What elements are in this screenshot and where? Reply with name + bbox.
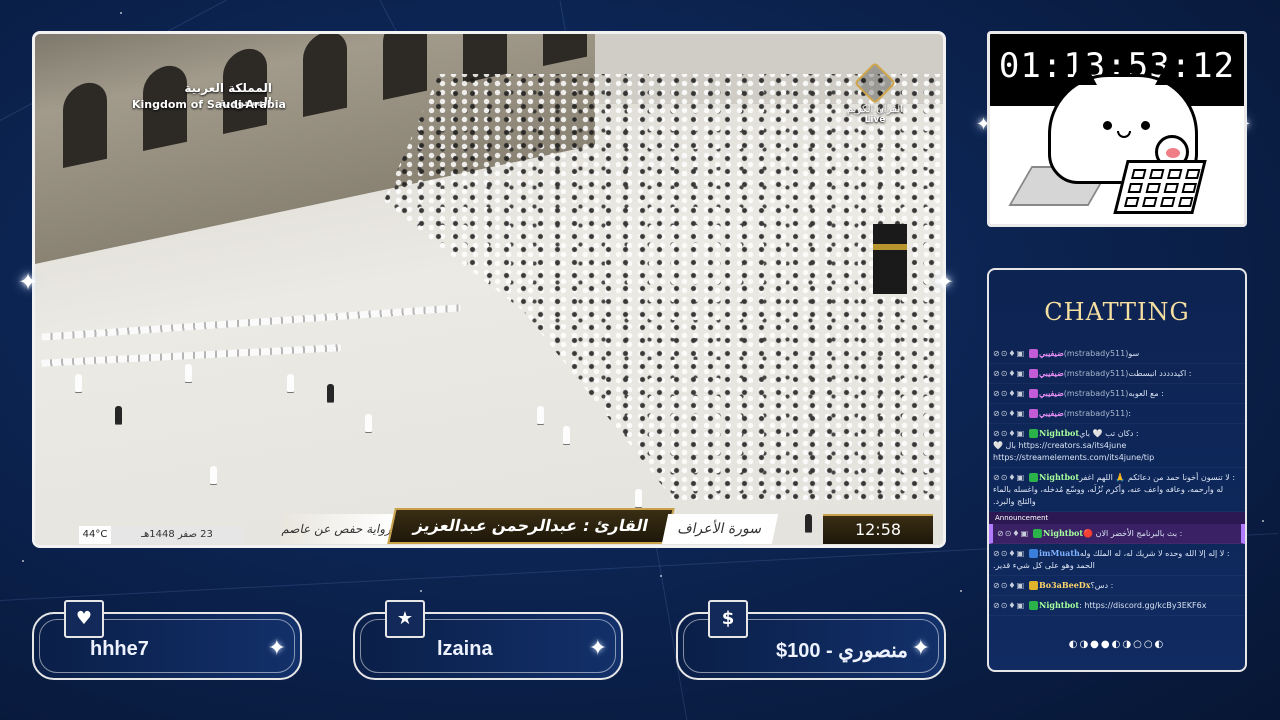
moderation-icons[interactable]: ⊘⊙♦▣ — [993, 348, 1029, 360]
user-badge-icon — [1029, 349, 1038, 358]
sparkle-icon: ✦ — [934, 268, 955, 296]
chat-username[interactable]: ضيفيبي — [1039, 348, 1064, 358]
chat-title: CHATTING — [1044, 298, 1190, 326]
keyboard — [1113, 160, 1207, 214]
kaaba-door — [873, 224, 907, 294]
chat-handle: (mstrabady511) — [1063, 409, 1129, 418]
timer-widget: 01:13:53:12 — [987, 31, 1247, 227]
saudi-logo-english: Kingdom of Saudi Arabia — [132, 98, 286, 111]
user-badge-icon — [1029, 549, 1038, 558]
channel-logo: القرآن الكريم Live — [843, 61, 907, 125]
chat-message[interactable]: ⊘⊙♦▣ Bo3aBeeDx: دس؟ — [989, 576, 1245, 596]
surah-label: سورة الأعراف — [661, 514, 779, 544]
chat-username[interactable]: Nightbot — [1039, 600, 1079, 610]
chat-message[interactable]: ⊘⊙♦▣ Nightbot: بث بالبرنامج الأخضر الان 🔴 — [989, 524, 1245, 544]
card-subscriber-text: lzaina — [437, 638, 493, 660]
dollar-icon: $ — [708, 600, 748, 638]
moderation-icons[interactable]: ⊘⊙♦▣ — [993, 580, 1029, 592]
user-badge-icon — [1029, 409, 1038, 418]
chat-username[interactable]: Nightbot — [1039, 428, 1079, 438]
user-badge-icon — [1033, 529, 1042, 538]
chat-handle: (mstrabady511) — [1063, 389, 1129, 398]
quran-channel-icon — [853, 61, 897, 105]
live-label: Live — [864, 115, 886, 125]
temperature-label: 44°C — [79, 526, 111, 544]
user-badge-icon — [1029, 473, 1038, 482]
chat-pager: ◐◑●●◐◑○○◐ — [1068, 639, 1166, 650]
chat-message-text: : بث بالبرنامج الأخضر الان 🔴 — [1083, 529, 1183, 538]
chat-message[interactable]: ⊘⊙♦▣ Nightbot: لا تنسون أخونا حمد من دعائ… — [989, 468, 1245, 512]
riwaya-label: رواية حفص عن عاصم — [278, 514, 396, 544]
user-badge-icon — [1029, 429, 1038, 438]
user-badge-icon — [1029, 601, 1038, 610]
moderation-icons[interactable]: ⊘⊙♦▣ — [993, 472, 1029, 484]
chat-message-text: سو — [1128, 349, 1140, 358]
chat-username[interactable]: Nightbot — [1043, 528, 1083, 538]
sparkle-icon: ✦ — [18, 268, 39, 296]
chat-list[interactable]: ⊘⊙♦▣ ضيفيبي(mstrabady511)سو ⊘⊙♦▣ ضيفيبي(mst… — [989, 344, 1245, 644]
video-player[interactable]: المملكة العربية السعودية Kingdom of Saud… — [32, 31, 946, 548]
user-badge-icon — [1029, 389, 1038, 398]
card-donation-text: منصوري - 100$ — [776, 640, 909, 662]
chat-message-text: : مع العوبه — [1128, 389, 1164, 398]
chat-handle: (mstrabady511) — [1063, 369, 1129, 378]
sparkle-icon: ✦ — [267, 636, 286, 661]
user-badge-icon — [1029, 581, 1038, 590]
chat-username[interactable]: Bo3aBeeDx — [1039, 580, 1091, 590]
chat-message[interactable]: ⊘⊙♦▣ ضيفيبي(mstrabady511): — [989, 404, 1245, 424]
moderation-icons[interactable]: ⊘⊙♦▣ — [993, 600, 1029, 612]
reciter-label: القارئ : عبدالرحمن عبدالعزيز السديس — [387, 508, 675, 544]
star-icon: ★ — [385, 600, 425, 638]
moderation-icons[interactable]: ⊘⊙♦▣ — [993, 428, 1029, 440]
moderation-icons[interactable]: ⊘⊙♦▣ — [993, 388, 1029, 400]
chat-message[interactable]: ⊘⊙♦▣ Nightbot: دكان تب 🤍 باي https://crea… — [989, 424, 1245, 468]
chat-panel: CHATTING ⊘⊙♦▣ ضيفيبي(mstrabady511)سو ⊘⊙♦▣ ض… — [987, 268, 1247, 672]
chat-username[interactable]: ضيفيبي — [1039, 408, 1064, 418]
chat-message[interactable]: ⊘⊙♦▣ ضيفيبي(mstrabady511)سو — [989, 344, 1245, 364]
heart-icon: ♥ — [64, 600, 104, 638]
channel-name: القرآن الكريم — [846, 104, 903, 115]
chat-username[interactable]: imMuath — [1039, 548, 1080, 558]
chat-username[interactable]: ضيفيبي — [1039, 368, 1064, 378]
moderation-icons[interactable]: ⊘⊙♦▣ — [993, 408, 1029, 420]
lower-third: 44°C 23 صفر 1448هـ رواية حفص عن عاصم الق… — [79, 508, 941, 544]
chat-username[interactable]: ضيفيبي — [1039, 388, 1064, 398]
moderation-icons[interactable]: ⊘⊙♦▣ — [993, 368, 1029, 380]
card-subscriber: ★ lzaina ✦ — [353, 600, 623, 680]
sparkle-icon: ✦ — [911, 636, 930, 661]
chat-message-text: : — [1128, 409, 1132, 418]
card-follower: ♥ hhhe7 ✦ — [32, 600, 302, 680]
chat-message-text: : https://discord.gg/kcBy3EKF6x — [1079, 601, 1207, 610]
hijri-date-label: 23 صفر 1448هـ — [111, 526, 243, 544]
card-follower-text: hhhe7 — [90, 638, 149, 660]
chat-message-text: : اكيددددد انبسطت — [1128, 369, 1192, 378]
chat-message[interactable]: ⊘⊙♦▣ Nightbot: https://discord.gg/kcBy3EK… — [989, 596, 1245, 616]
moderation-icons[interactable]: ⊘⊙♦▣ — [993, 548, 1029, 560]
chat-message-text: : دس؟ — [1090, 581, 1114, 590]
chat-message[interactable]: ⊘⊙♦▣ ضيفيبي(mstrabady511): اكيددددد انبسط… — [989, 364, 1245, 384]
chat-username[interactable]: Nightbot — [1039, 472, 1079, 482]
chat-message[interactable]: ⊘⊙♦▣ ضيفيبي(mstrabady511): مع العوبه — [989, 384, 1245, 404]
announcement-header: Announcement — [989, 512, 1245, 524]
chat-message[interactable]: ⊘⊙♦▣ imMuath: لا إله إلا الله وحده لا شري… — [989, 544, 1245, 576]
moderation-icons[interactable]: ⊘⊙♦▣ — [997, 528, 1033, 540]
card-donation: $ منصوري - 100$ ✦ — [676, 600, 946, 680]
sparkle-icon: ✦ — [588, 636, 607, 661]
clock-label: 12:58 — [823, 514, 933, 544]
user-badge-icon — [1029, 369, 1038, 378]
chat-handle: (mstrabady511) — [1063, 349, 1129, 358]
